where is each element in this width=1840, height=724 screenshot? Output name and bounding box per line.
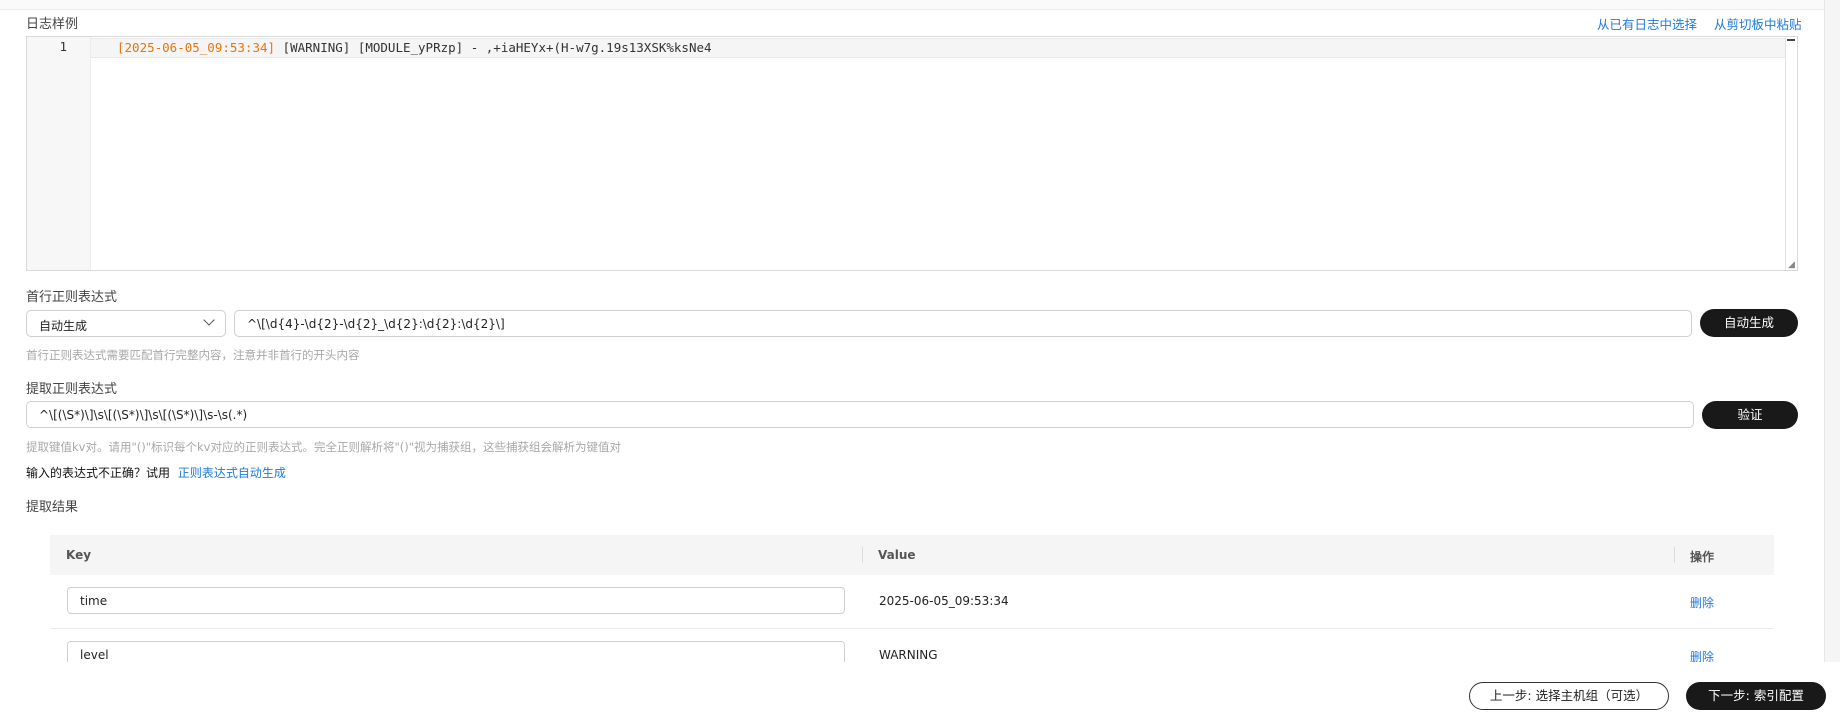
incorrect-expression-prompt: 输入的表达式不正确？试用 正则表达式自动生成 (26, 464, 286, 481)
table-header: Key Value 操作 (50, 535, 1774, 575)
first-line-regex-hint: 首行正则表达式需要匹配首行完整内容，注意并非首行的开头内容 (26, 348, 360, 362)
key-input[interactable]: time (67, 587, 845, 614)
log-sample-editor[interactable]: 1 [2025-06-05_09:53:34] [WARNING] [MODUL… (26, 36, 1798, 271)
first-line-regex-value: ^\[\d{4}-\d{2}-\d{2}_\d{2}:\d{2}:\d{2}\] (247, 317, 505, 331)
select-from-existing-log-link[interactable]: 从已有日志中选择 (1597, 14, 1697, 33)
key-value: level (80, 648, 109, 662)
first-line-regex-input[interactable]: ^\[\d{4}-\d{2}-\d{2}_\d{2}:\d{2}:\d{2}\] (234, 310, 1692, 337)
extract-regex-hint: 提取键值kv对。请用"()"标识每个kv对应的正则表达式。完全正则解析将"()"… (26, 440, 622, 454)
key-value: time (80, 594, 108, 608)
first-line-regex-label: 首行正则表达式 (26, 290, 118, 305)
log-sample-label: 日志样例 (26, 17, 79, 32)
value-cell: 2025-06-05_09:53:34 (879, 594, 1009, 608)
log-line-content: [WARNING] [MODULE_yPRzp] - ,+iaHEYx+(H-w… (275, 40, 712, 55)
value-cell: WARNING (879, 648, 938, 662)
page-scrollbar[interactable] (1824, 0, 1840, 662)
column-header-value: Value (878, 548, 916, 562)
editor-scroll-thumb[interactable] (1787, 39, 1795, 43)
footer-bar: 上一步: 选择主机组（可选） 下一步: 索引配置 (0, 662, 1840, 724)
column-divider (862, 547, 863, 563)
column-header-key: Key (66, 548, 92, 562)
regex-mode-value: 自动生成 (39, 319, 88, 333)
chevron-down-icon (203, 314, 215, 326)
extract-regex-label: 提取正则表达式 (26, 382, 118, 397)
editor-scrollbar[interactable] (1785, 37, 1797, 270)
table-row: time 2025-06-05_09:53:34 删除 (50, 575, 1774, 629)
incorrect-expression-text: 输入的表达式不正确？试用 (26, 466, 171, 480)
regex-mode-select[interactable]: 自动生成 (26, 310, 226, 337)
validate-button[interactable]: 验证 (1702, 401, 1798, 429)
editor-gutter: 1 (27, 37, 91, 270)
extract-results-label: 提取结果 (26, 500, 79, 515)
column-divider (1674, 547, 1675, 563)
previous-step-button[interactable]: 上一步: 选择主机组（可选） (1469, 682, 1669, 710)
next-step-button[interactable]: 下一步: 索引配置 (1686, 682, 1826, 710)
resize-handle-icon[interactable]: ◢ (1788, 261, 1796, 270)
top-band (0, 0, 1840, 10)
log-line-timestamp: [2025-06-05_09:53:34] (117, 40, 276, 55)
extract-regex-value: ^\[(\S*)\]\s\[(\S*)\]\s\[(\S*)\]\s-\s(.*… (39, 408, 248, 422)
regex-auto-generate-link[interactable]: 正则表达式自动生成 (178, 466, 286, 480)
log-line: [2025-06-05_09:53:34] [WARNING] [MODULE_… (117, 40, 712, 55)
extract-regex-input[interactable]: ^\[(\S*)\]\s\[(\S*)\]\s\[(\S*)\]\s-\s(.*… (26, 401, 1694, 428)
delete-link[interactable]: 删除 (1690, 594, 1714, 611)
line-number: 1 (59, 39, 67, 54)
auto-generate-button[interactable]: 自动生成 (1700, 309, 1798, 337)
paste-from-clipboard-link[interactable]: 从剪切板中粘贴 (1714, 14, 1802, 33)
column-header-action: 操作 (1690, 550, 1715, 564)
